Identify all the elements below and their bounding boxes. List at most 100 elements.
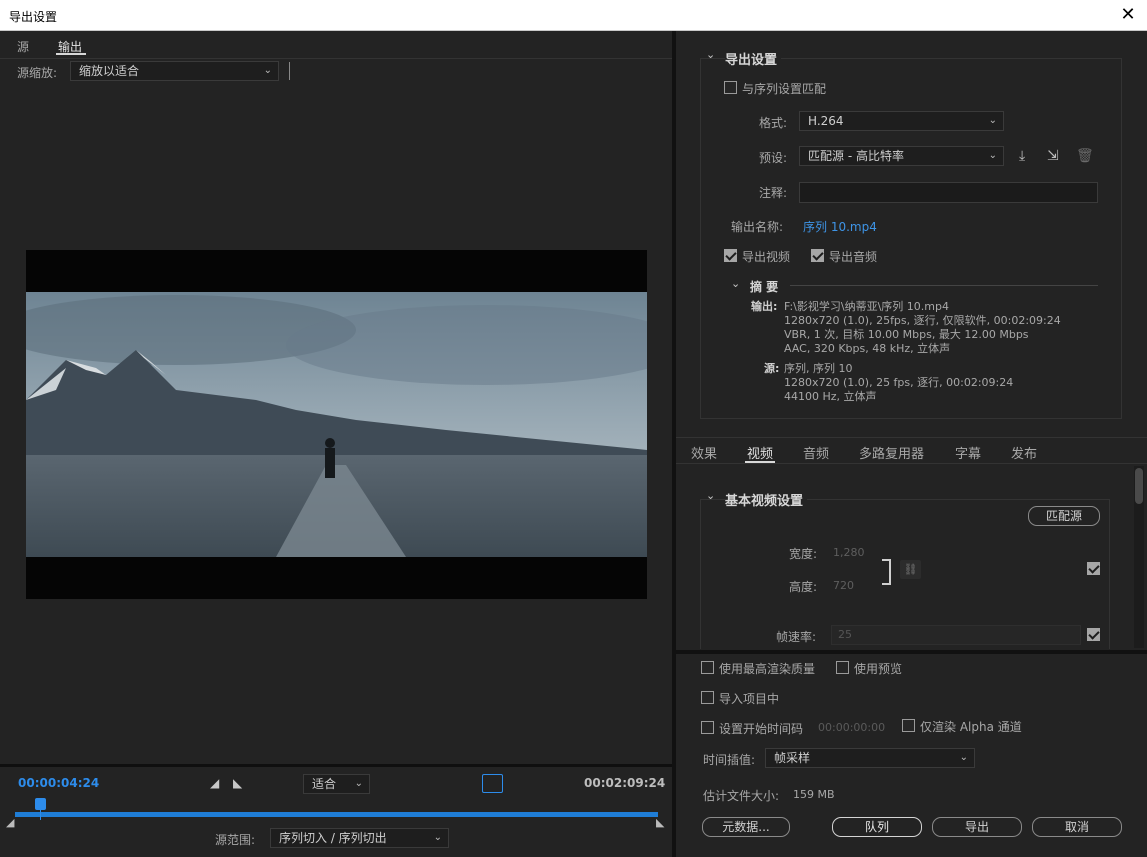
use-previews-checkbox[interactable]	[836, 661, 849, 674]
tab-source[interactable]: 源	[17, 38, 29, 55]
source-range-label: 源范围:	[215, 833, 256, 847]
export-button[interactable]: 导出	[932, 817, 1022, 837]
set-start-timecode-checkbox[interactable]	[701, 721, 714, 734]
title-bar: 导出设置 ✕	[0, 0, 1147, 31]
link-icon[interactable]: ⛓	[900, 560, 921, 579]
output-bitrate-info: VBR, 1 次, 目标 10.00 Mbps, 最大 12.00 Mbps	[784, 328, 1029, 341]
constrain-bracket	[882, 559, 891, 585]
tab-multiplexer[interactable]: 多路复用器	[859, 443, 924, 462]
queue-button[interactable]: 队列	[832, 817, 922, 837]
tab-divider	[0, 58, 672, 59]
cancel-button[interactable]: 取消	[1032, 817, 1122, 837]
range-end-handle-icon[interactable]: ◣	[656, 816, 664, 829]
import-into-project-checkbox[interactable]	[701, 691, 714, 704]
output-name-label: 输出名称:	[731, 220, 784, 234]
chevron-down-icon: ⌄	[988, 150, 997, 161]
use-previews-label: 使用预览	[854, 662, 903, 676]
output-name-link[interactable]: 序列 10.mp4	[803, 218, 877, 235]
estimated-size-value: 159 MB	[793, 788, 835, 801]
source-sequence-info: 序列, 序列 10	[784, 362, 853, 375]
max-render-quality-checkbox[interactable]	[701, 661, 714, 674]
source-label: 源:	[764, 362, 780, 375]
match-sequence-label: 与序列设置匹配	[742, 82, 827, 96]
source-zoom-value: 缩放以适合	[79, 64, 140, 78]
frame-rate-dropdown[interactable]: 25	[831, 625, 1081, 645]
mark-out-icon[interactable]: ◣	[233, 776, 242, 790]
match-sequence-checkbox[interactable]	[724, 81, 737, 94]
timeline-range-bar[interactable]	[15, 812, 658, 817]
tab-effects[interactable]: 效果	[691, 443, 717, 462]
mark-in-icon[interactable]: ◢	[210, 776, 219, 790]
tab-audio[interactable]: 音频	[803, 443, 829, 462]
fit-value: 适合	[312, 777, 337, 791]
source-range-value: 序列切入 / 序列切出	[279, 831, 387, 845]
output-path: F:\影视学习\纳蒂亚\序列 10.mp4	[784, 300, 949, 313]
export-video-label: 导出视频	[742, 250, 791, 264]
start-timecode-field[interactable]: 00:00:00:00	[818, 721, 885, 734]
height-value[interactable]: 720	[833, 579, 854, 592]
set-start-timecode-label: 设置开始时间码	[719, 722, 804, 736]
toolbar-separator	[289, 62, 290, 80]
export-video-checkbox[interactable]	[724, 249, 737, 262]
source-range-dropdown[interactable]: 序列切入 / 序列切出 ⌄	[270, 828, 449, 848]
format-label: 格式:	[759, 116, 788, 130]
comment-input[interactable]	[799, 182, 1098, 203]
basic-video-header[interactable]: 基本视频设置	[725, 490, 808, 509]
time-interpolation-value: 帧采样	[774, 751, 811, 765]
end-timecode: 00:02:09:24	[584, 776, 666, 790]
current-timecode[interactable]: 00:00:04:24	[18, 776, 99, 790]
max-render-quality-label: 使用最高渲染质量	[719, 662, 816, 676]
match-source-button[interactable]: 匹配源	[1028, 506, 1100, 526]
video-preview	[26, 250, 647, 599]
chevron-down-icon: ⌄	[354, 778, 363, 789]
tab-publish[interactable]: 发布	[1011, 443, 1037, 462]
metadata-button[interactable]: 元数据...	[702, 817, 790, 837]
render-alpha-only-checkbox[interactable]	[902, 719, 915, 732]
window-title: 导出设置	[9, 10, 58, 24]
chevron-down-icon[interactable]: ⌄	[731, 277, 740, 290]
save-preset-icon[interactable]: ⤓	[1019, 148, 1025, 164]
preset-label: 预设:	[759, 151, 788, 165]
delete-preset-icon[interactable]: 🗑	[1076, 148, 1094, 164]
playhead-line	[40, 808, 41, 820]
video-frame-image	[26, 292, 647, 557]
timeline-separator	[0, 764, 672, 767]
tabs-bottom-divider	[676, 463, 1147, 464]
tab-video[interactable]: 视频	[747, 443, 773, 462]
height-label: 高度:	[789, 580, 818, 594]
fit-dropdown[interactable]: 适合 ⌄	[303, 774, 370, 794]
chevron-down-icon[interactable]: ⌄	[706, 489, 715, 502]
chevron-down-icon[interactable]: ⌄	[706, 48, 715, 61]
tabs-top-divider	[676, 437, 1147, 438]
aspect-ratio-correction-icon[interactable]	[482, 774, 503, 793]
width-override-checkbox[interactable]	[1087, 562, 1100, 575]
export-settings-header[interactable]: 导出设置	[725, 49, 782, 68]
format-dropdown[interactable]: H.264 ⌄	[799, 111, 1004, 131]
chevron-down-icon: ⌄	[988, 115, 997, 126]
range-start-handle-icon[interactable]: ◢	[6, 816, 14, 829]
width-label: 宽度:	[789, 547, 818, 561]
export-audio-checkbox[interactable]	[811, 249, 824, 262]
width-value[interactable]: 1,280	[833, 546, 865, 559]
output-video-info: 1280x720 (1.0), 25fps, 逐行, 仅限软件, 00:02:0…	[784, 314, 1061, 327]
estimated-size-label: 估计文件大小:	[703, 789, 780, 803]
comment-label: 注释:	[759, 186, 788, 200]
import-into-project-label: 导入项目中	[719, 692, 780, 706]
frame-rate-value: 25	[838, 628, 852, 641]
close-icon[interactable]: ✕	[1117, 4, 1139, 26]
source-zoom-dropdown[interactable]: 缩放以适合 ⌄	[70, 61, 279, 81]
bottom-divider[interactable]	[676, 650, 1147, 654]
preset-value: 匹配源 - 高比特率	[808, 149, 904, 163]
import-preset-icon[interactable]: ⇲	[1047, 148, 1059, 164]
settings-scrollbar-thumb[interactable]	[1135, 468, 1143, 504]
time-interpolation-label: 时间插值:	[703, 753, 756, 767]
chevron-down-icon: ⌄	[959, 752, 968, 763]
tab-captions[interactable]: 字幕	[955, 443, 981, 462]
frame-rate-override-checkbox[interactable]	[1087, 628, 1100, 641]
preset-dropdown[interactable]: 匹配源 - 高比特率 ⌄	[799, 146, 1004, 166]
summary-header[interactable]: 摘 要	[750, 278, 778, 295]
chevron-down-icon: ⌄	[433, 832, 442, 843]
export-audio-label: 导出音频	[829, 250, 878, 264]
time-interpolation-dropdown[interactable]: 帧采样 ⌄	[765, 748, 975, 768]
chevron-down-icon: ⌄	[263, 65, 272, 76]
